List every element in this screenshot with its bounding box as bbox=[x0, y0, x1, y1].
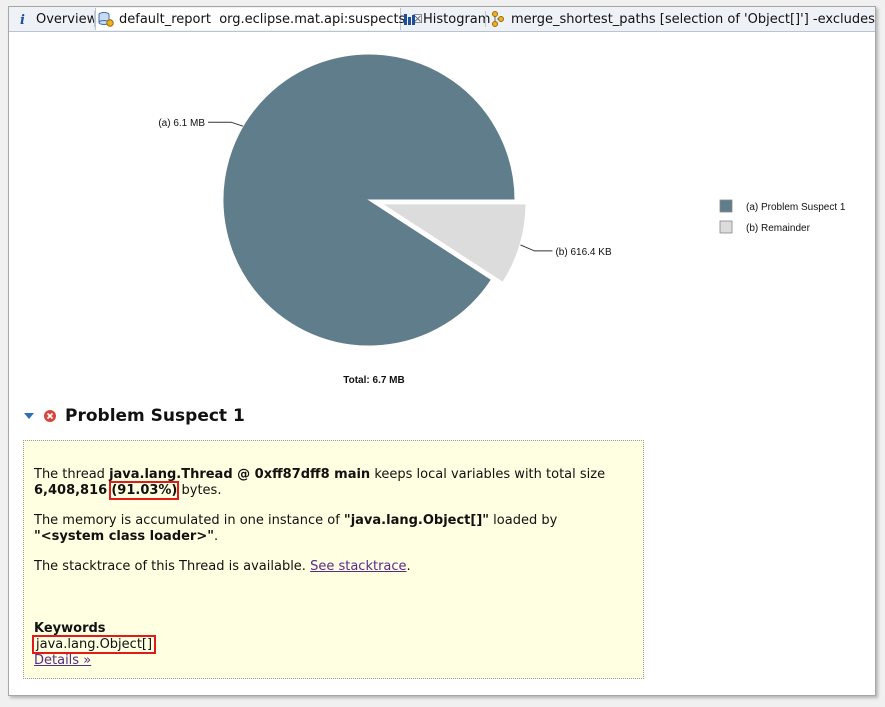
keywords-label: Keywords bbox=[34, 621, 106, 636]
info-icon: i bbox=[15, 11, 31, 27]
text: The stacktrace of this Thread is availab… bbox=[34, 559, 311, 574]
tab-merge-shortest-paths[interactable]: merge_shortest_paths [selection of 'Obje… bbox=[490, 8, 875, 30]
suspect-title: Problem Suspect 1 bbox=[65, 406, 245, 426]
tab-label: default_report org.eclipse.mat.api:suspe… bbox=[119, 11, 406, 27]
tab-label: merge_shortest_paths [selection of 'Obje… bbox=[511, 11, 875, 27]
tab-label: Histogram bbox=[423, 11, 491, 27]
suspect-description-panel: The thread java.lang.Thread @ 0xff87dff8… bbox=[23, 440, 644, 679]
histogram-icon bbox=[402, 11, 418, 27]
text: . bbox=[406, 559, 411, 574]
error-icon bbox=[44, 410, 56, 422]
text: bytes. bbox=[177, 483, 222, 498]
suspect-header[interactable]: Problem Suspect 1 bbox=[23, 406, 245, 426]
pie-total-label: Total: 6.7 MB bbox=[343, 375, 404, 386]
tab-histogram[interactable]: Histogram bbox=[402, 8, 490, 30]
suspects-pie-chart: (a) 6.1 MB (b) 616.4 KB Total: 6.7 MB (a) P… bbox=[158, 53, 846, 386]
class-loader: "<system class loader>" bbox=[34, 529, 215, 544]
text: The memory is accumulated in one instanc… bbox=[34, 513, 344, 528]
retained-percent: (91.03%) bbox=[109, 481, 180, 500]
text: . bbox=[214, 529, 219, 544]
tab-default-report[interactable]: default_report org.eclipse.mat.api:suspe… bbox=[95, 8, 423, 30]
pie-label-b: (b) 616.4 KB bbox=[555, 247, 611, 258]
report-icon bbox=[98, 11, 114, 27]
leader-line bbox=[208, 121, 244, 127]
tab-separator bbox=[485, 11, 486, 27]
tab-overview[interactable]: i Overview bbox=[15, 8, 97, 30]
thread-line: The thread java.lang.Thread @ 0xff87dff8… bbox=[34, 467, 605, 483]
class-name: "java.lang.Object[]" bbox=[343, 513, 490, 528]
report-content: (a) 6.1 MB (b) 616.4 KB Total: 6.7 MB (a) P… bbox=[9, 32, 875, 695]
keyword-text: java.lang.Object[] bbox=[31, 635, 157, 654]
legend-label: (a) Problem Suspect 1 bbox=[746, 202, 846, 213]
size-line: 6,408,816 (91.03%) bytes. bbox=[34, 481, 222, 500]
text: The thread bbox=[34, 467, 110, 482]
leader-line bbox=[520, 244, 553, 252]
svg-text:i: i bbox=[20, 13, 25, 26]
legend-label: (b) Remainder bbox=[746, 223, 811, 234]
thread-name: java.lang.Thread @ 0xff87dff8 main bbox=[109, 467, 371, 482]
editor-tab-bar: i Overview default_report org.eclipse.ma… bbox=[9, 7, 875, 32]
pie-slice-problem-suspect[interactable] bbox=[222, 53, 516, 347]
paths-icon bbox=[490, 11, 506, 27]
details-line: Details » bbox=[34, 653, 91, 669]
legend-swatch bbox=[719, 220, 733, 234]
keyword-value: java.lang.Object[] bbox=[30, 635, 158, 654]
details-link[interactable]: Details » bbox=[34, 653, 91, 668]
stacktrace-line: The stacktrace of this Thread is availab… bbox=[34, 559, 411, 575]
loader-line: "<system class loader>". bbox=[34, 529, 218, 545]
pie-label-a: (a) 6.1 MB bbox=[158, 118, 205, 129]
collapse-triangle-icon[interactable] bbox=[23, 410, 35, 422]
tab-label: Overview bbox=[36, 11, 98, 27]
text: keeps local variables with total size bbox=[370, 467, 606, 482]
report-window: i Overview default_report org.eclipse.ma… bbox=[8, 6, 876, 696]
legend-swatch bbox=[719, 199, 733, 213]
see-stacktrace-link[interactable]: See stacktrace bbox=[310, 559, 406, 574]
retained-size: 6,408,816 bbox=[34, 483, 108, 498]
memory-line: The memory is accumulated in one instanc… bbox=[34, 513, 557, 529]
text: loaded by bbox=[489, 513, 558, 528]
